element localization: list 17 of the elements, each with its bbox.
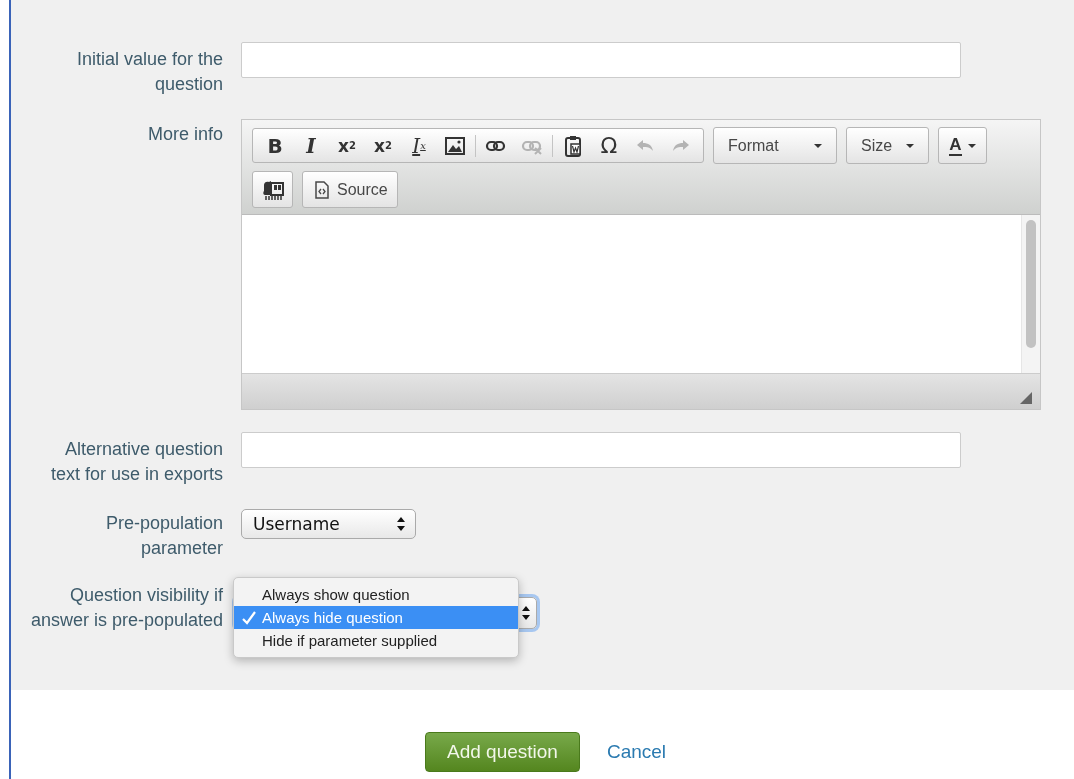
- dropdown-combo[interactable]: Size: [846, 127, 929, 164]
- bold-button[interactable]: B: [257, 130, 293, 161]
- select-dropdown[interactable]: Username: [241, 509, 416, 539]
- field-label: Pre-population parameter: [104, 512, 223, 560]
- menu-option[interactable]: Always show question: [234, 583, 518, 606]
- italic-button[interactable]: I: [293, 130, 329, 161]
- source-button[interactable]: Source: [302, 171, 398, 208]
- superscript-button[interactable]: x$^{2}$: [365, 130, 401, 161]
- field-label: Question visibility if answer is pre-populated: [29, 584, 223, 632]
- field-label: Alternative question text for use in exports: [49, 438, 223, 486]
- field-label: More info: [147, 123, 223, 146]
- dropdown-combo[interactable]: Format: [713, 127, 837, 164]
- field-label: Initial value for the question: [75, 48, 223, 96]
- special-char-button[interactable]: Ω: [591, 130, 627, 161]
- cancel-link[interactable]: Cancel: [606, 741, 667, 763]
- text-color-button[interactable]: A: [938, 127, 987, 164]
- menu-option[interactable]: Hide if parameter supplied: [234, 629, 518, 652]
